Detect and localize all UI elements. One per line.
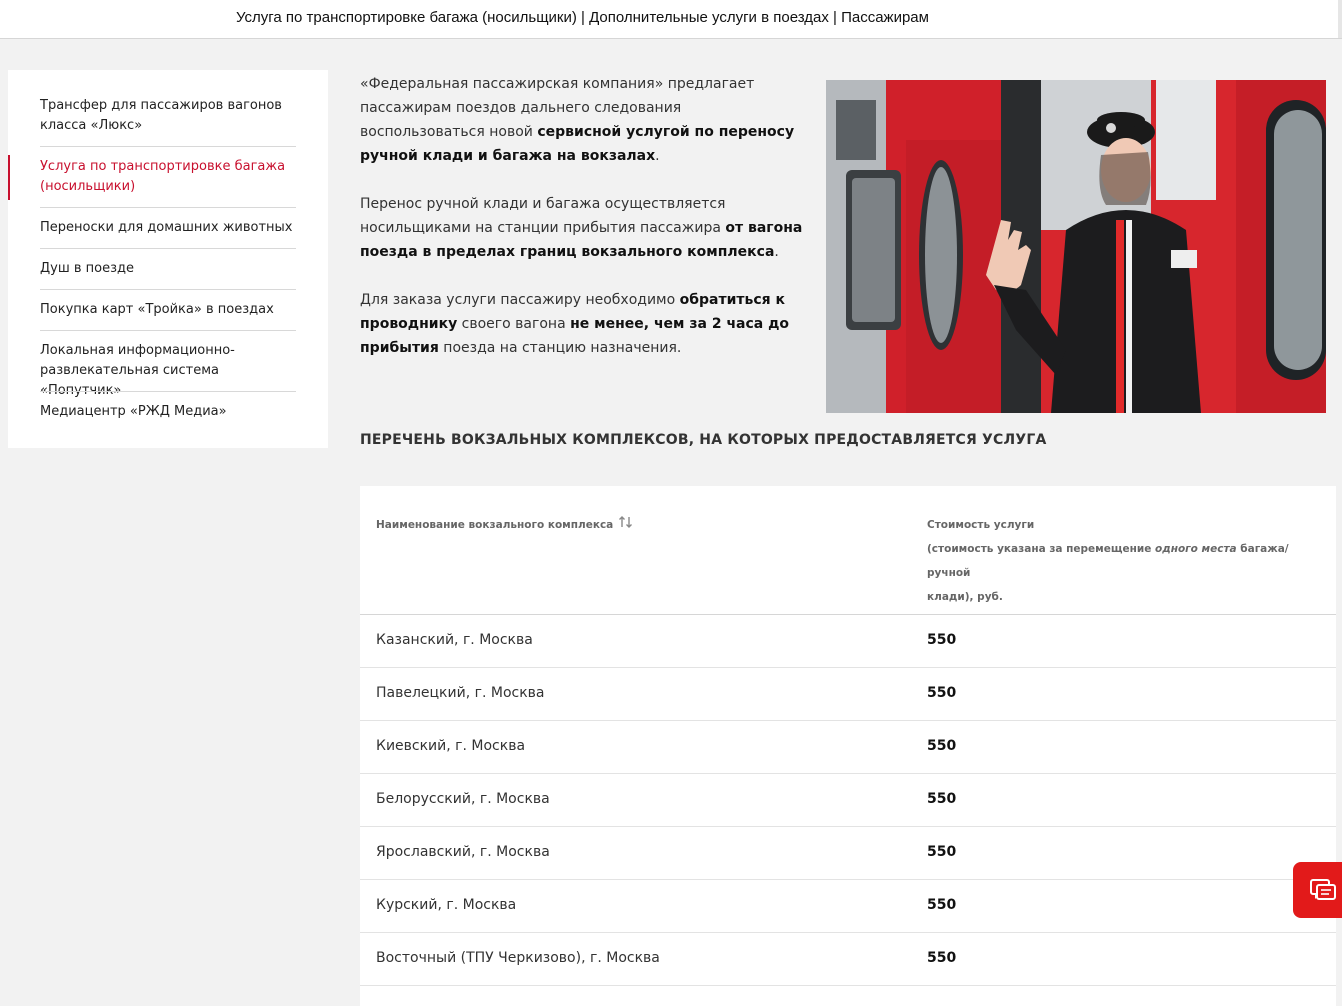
top-bar: Услуга по транспортировке багажа (носиль… bbox=[0, 0, 1342, 39]
station-name: Казанский, г. Москва bbox=[376, 632, 533, 648]
chat-bubbles-icon bbox=[1310, 879, 1336, 900]
sidebar-item-label: Услуга по транспортировке багажа bbox=[40, 159, 286, 174]
divider bbox=[40, 207, 296, 208]
sidebar-item-label: класса «Люкс» bbox=[40, 118, 143, 133]
divider bbox=[40, 391, 296, 392]
divider bbox=[40, 146, 296, 147]
column-header-price-unit: клади), руб. bbox=[927, 591, 1003, 603]
station-price: 550 bbox=[927, 685, 957, 701]
stations-table: Наименование вокзального комплекса Стоим… bbox=[360, 486, 1336, 1006]
station-price: 550 bbox=[927, 897, 957, 913]
sidebar-item-lux-transfer[interactable]: Трансфер для пассажиров вагонов класса «… bbox=[40, 96, 296, 136]
intro-paragraph-2: Перенос ручной клади и багажа осуществля… bbox=[360, 196, 803, 260]
intro-paragraph-1: «Федеральная пассажирская компания» пред… bbox=[360, 76, 795, 164]
station-price: 550 bbox=[927, 791, 957, 807]
divider bbox=[40, 330, 296, 331]
train-attendant-image bbox=[826, 80, 1326, 413]
station-name: Павелецкий, г. Москва bbox=[376, 685, 545, 701]
sidebar-item-poputchik[interactable]: Локальная информационно- развлекательная… bbox=[40, 341, 296, 401]
divider bbox=[40, 289, 296, 290]
sidebar-item-label: Трансфер для пассажиров вагонов bbox=[40, 98, 282, 113]
sidebar-item-label: (носильщики) bbox=[40, 179, 136, 194]
sidebar-item-label: Переноски для домашних животных bbox=[40, 220, 293, 235]
sidebar-item-porters[interactable]: Услуга по транспортировке багажа (носиль… bbox=[40, 157, 296, 197]
table-row: Казанский, г. Москва 550 bbox=[360, 615, 1336, 668]
sidebar-item-label: развлекательная система «Попутчик» bbox=[40, 363, 219, 398]
page-title: Услуга по транспортировке багажа (носиль… bbox=[236, 9, 929, 26]
chat-button[interactable] bbox=[1293, 862, 1342, 918]
sidebar-item-label: Душ в поезде bbox=[40, 261, 135, 276]
table-row: Курский, г. Москва 550 bbox=[360, 880, 1336, 933]
table-row: Павелецкий, г. Москва 550 bbox=[360, 668, 1336, 721]
station-price: 550 bbox=[927, 738, 957, 754]
scrollbar-track[interactable] bbox=[1338, 0, 1342, 38]
station-price: 550 bbox=[927, 950, 957, 966]
column-header-price-title: Стоимость услуги bbox=[927, 519, 1035, 531]
attendant-photo bbox=[826, 80, 1326, 413]
active-indicator bbox=[8, 155, 10, 200]
station-name: Ярославский, г. Москва bbox=[376, 844, 550, 860]
table-row: Белорусский, г. Москва 550 bbox=[360, 774, 1336, 827]
intro-paragraph-3: Для заказа услуги пассажиру необходимо о… bbox=[360, 292, 790, 356]
column-header-price-note: (стоимость указана за перемещение одного… bbox=[927, 543, 1289, 579]
sidebar-item-label: Локальная информационно- bbox=[40, 343, 235, 358]
station-price: 550 bbox=[927, 844, 957, 860]
row-divider bbox=[360, 985, 1336, 986]
sidebar-item-rzd-media[interactable]: Медиацентр «РЖД Медиа» bbox=[40, 402, 296, 422]
divider bbox=[40, 248, 296, 249]
sidebar-item-label: Медиацентр «РЖД Медиа» bbox=[40, 404, 227, 419]
sidebar-item-troika[interactable]: Покупка карт «Тройка» в поездах bbox=[40, 300, 296, 320]
station-name: Белорусский, г. Москва bbox=[376, 791, 550, 807]
sidebar-nav: Трансфер для пассажиров вагонов класса «… bbox=[8, 70, 328, 448]
sidebar-item-shower[interactable]: Душ в поезде bbox=[40, 259, 296, 279]
station-name: Восточный (ТПУ Черкизово), г. Москва bbox=[376, 950, 660, 966]
table-row: Киевский, г. Москва 550 bbox=[360, 721, 1336, 774]
table-row: Ярославский, г. Москва 550 bbox=[360, 827, 1336, 880]
column-header-price: Стоимость услуги (стоимость указана за п… bbox=[927, 513, 1327, 609]
sort-arrows-icon[interactable] bbox=[618, 514, 634, 530]
table-row: Восточный (ТПУ Черкизово), г. Москва 550 bbox=[360, 933, 1336, 986]
station-name: Курский, г. Москва bbox=[376, 897, 517, 913]
column-header-name[interactable]: Наименование вокзального комплекса bbox=[376, 513, 613, 537]
station-name: Киевский, г. Москва bbox=[376, 738, 526, 754]
section-heading: ПЕРЕЧЕНЬ ВОКЗАЛЬНЫХ КОМПЛЕКСОВ, НА КОТОР… bbox=[360, 432, 1047, 448]
sidebar-item-label: Покупка карт «Тройка» в поездах bbox=[40, 302, 274, 317]
station-price: 550 bbox=[927, 632, 957, 648]
sidebar-item-pet-carriers[interactable]: Переноски для домашних животных bbox=[40, 218, 296, 238]
intro-text: «Федеральная пассажирская компания» пред… bbox=[360, 72, 810, 384]
